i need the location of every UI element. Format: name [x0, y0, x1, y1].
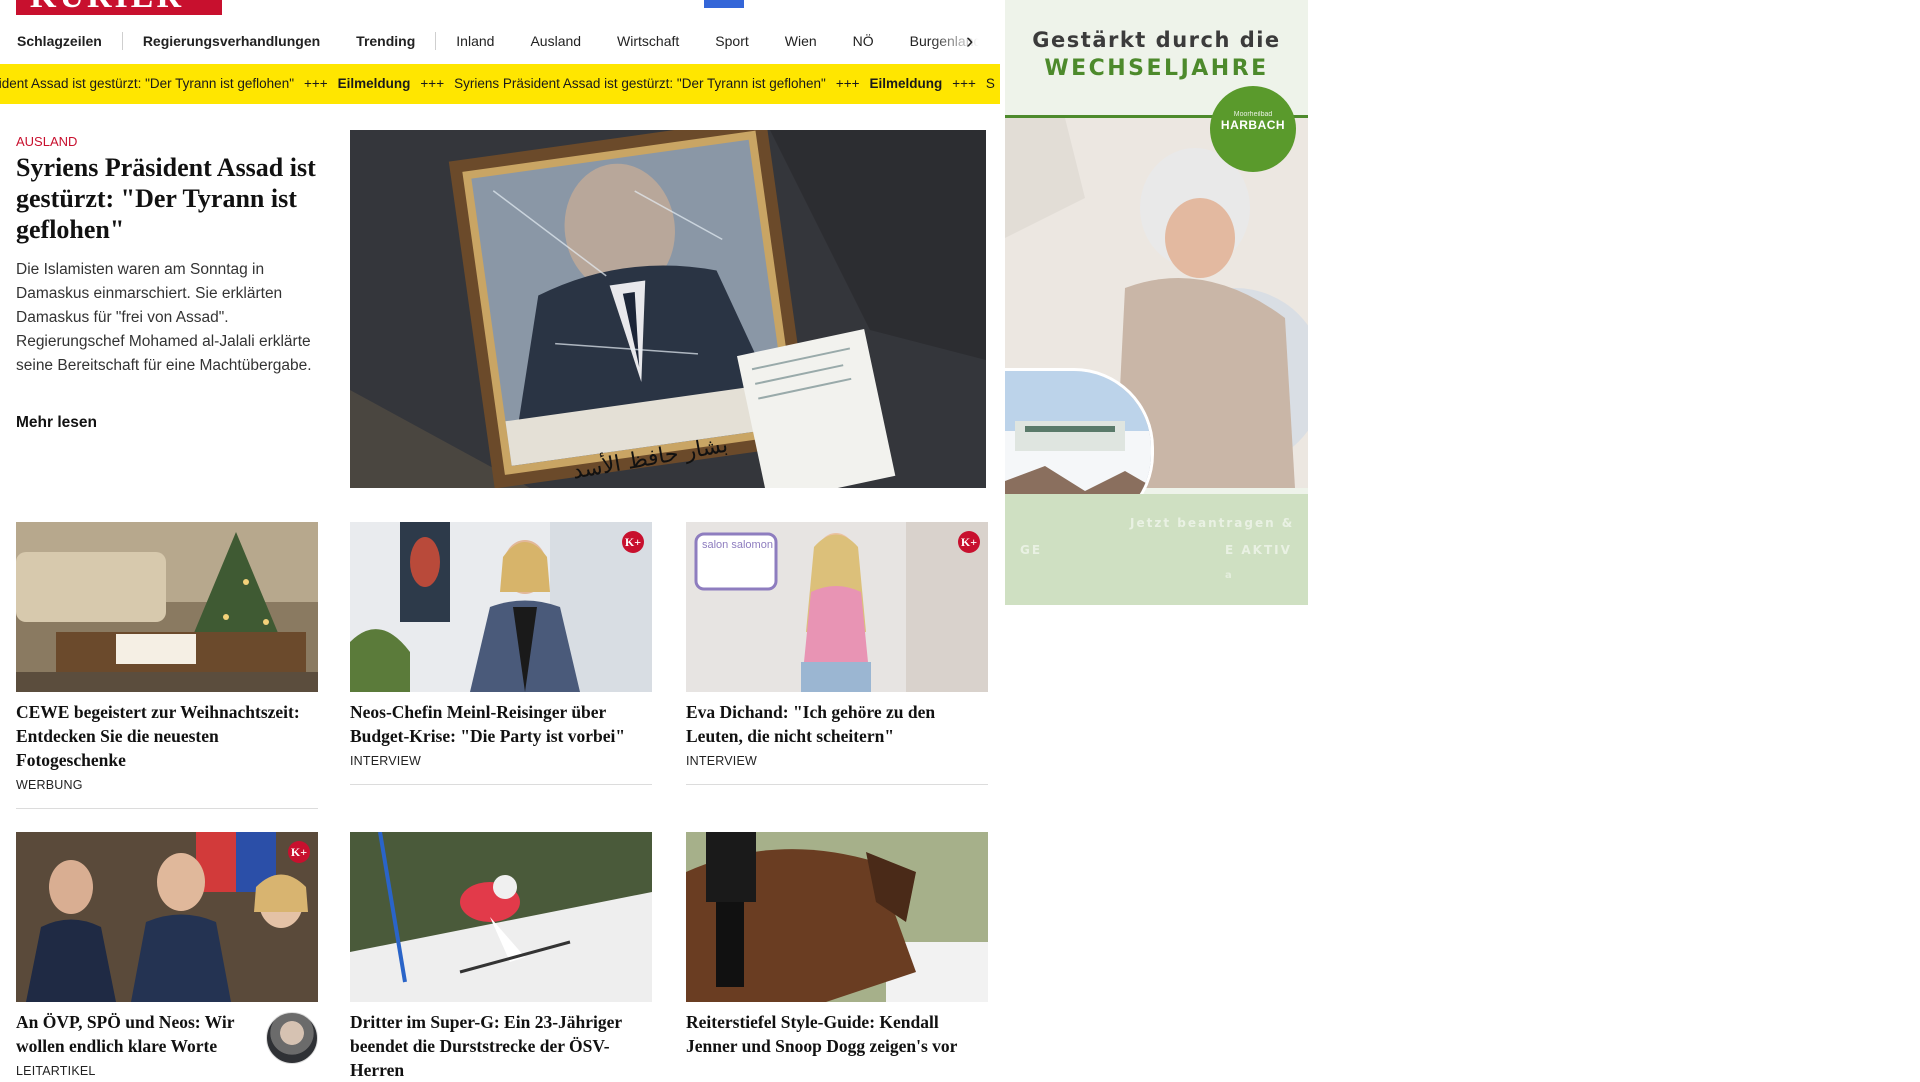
read-more-link[interactable]: Mehr lesen [16, 414, 97, 432]
teaser-headline[interactable]: Reiterstiefel Style-Guide: Kendall Jenne… [686, 1010, 988, 1058]
teaser-card-cewe[interactable]: CEWE begeistert zur Weihnachts­zeit: Ent… [16, 522, 318, 809]
harbach-logo-badge: Moorheilbad HARBACH [1210, 86, 1296, 172]
teaser-card-leitartikel[interactable]: K+ An ÖVP, SPÖ und Neos: Wir wollen endl… [16, 832, 318, 1078]
teaser-image-meinl-reisinger[interactable]: K+ [350, 522, 652, 692]
ad-headline: Gestärkt durch die WECHSELJAHRE [1005, 28, 1308, 81]
header-accent-tab[interactable] [704, 0, 744, 8]
nav-item-wien[interactable]: Wien [767, 31, 835, 51]
ad-badge-big: HARBACH [1220, 118, 1286, 132]
teaser-card-eva-dichand[interactable]: salon salomon K+ Eva Dichand: "Ich gehör… [686, 522, 988, 785]
ad-text-fragment: a [1225, 570, 1234, 581]
teaser-tag: LEITARTIKEL [16, 1064, 96, 1078]
advertisement-harbach[interactable]: Gestärkt durch die WECHSELJAHRE Moorheil… [1005, 0, 1308, 605]
nav-item-wirtschaft[interactable]: Wirtschaft [599, 31, 697, 51]
card-divider [16, 808, 318, 809]
main-navigation: Schlagzeilen Regierungsverhandlungen Tre… [0, 26, 1000, 56]
card-divider [686, 784, 988, 785]
teaser-tag: WERBUNG [16, 778, 83, 792]
ticker-separator: +++ [304, 76, 328, 91]
nav-item-noe[interactable]: NÖ [835, 31, 892, 51]
premium-badge: K+ [288, 841, 310, 863]
nav-divider [121, 32, 123, 50]
lead-headline[interactable]: Syriens Präsident Assad ist gestürzt: "D… [16, 152, 316, 245]
ad-cta[interactable]: Jetzt beantragen & [1130, 516, 1294, 530]
nav-item-regierungsverhandlungen[interactable]: Regierungsverhandlungen [125, 31, 338, 51]
teaser-image-ski-racer[interactable] [350, 832, 652, 1002]
nav-item-schlagzeilen[interactable]: Schlagzeilen [0, 31, 120, 51]
nav-item-inland[interactable]: Inland [438, 31, 512, 51]
ticker-separator: +++ [835, 76, 860, 91]
teaser-image-eva-dichand[interactable]: salon salomon K+ [686, 522, 988, 692]
teaser-headline[interactable]: CEWE begeistert zur Weihnachts­zeit: Ent… [16, 700, 318, 772]
nav-item-sport[interactable]: Sport [697, 31, 766, 51]
ticker-separator: +++ [952, 76, 976, 91]
lead-kicker[interactable]: AUSLAND [16, 134, 77, 149]
teaser-headline[interactable]: Dritter im Super-G: Ein 23-Jähriger been… [350, 1010, 652, 1082]
nav-item-ausland[interactable]: Ausland [512, 31, 599, 51]
salon-salomon-logo: salon salomon [702, 539, 773, 551]
kurier-logo[interactable]: KURIER [16, 0, 222, 15]
ticker-headline: Syriens Präsident Assad ist gestürzt: "D… [454, 76, 826, 91]
portrait-woman-pink: salon salomon [686, 522, 988, 692]
teaser-image-horse-rider[interactable] [686, 832, 988, 1002]
politicians-scene [16, 832, 318, 1002]
ad-text-fragment: GE [1020, 543, 1043, 557]
ticker-label: Eilmeldung [337, 76, 411, 91]
logo-text: KURIER [30, 0, 184, 15]
ticker-label: Eilmeldung [869, 76, 943, 91]
nav-divider [435, 32, 437, 50]
teaser-card-meinl-reisinger[interactable]: K+ Neos-Chefin Meinl-Reisinger über Budg… [350, 522, 652, 785]
teaser-tag: INTERVIEW [686, 754, 758, 768]
ad-footer[interactable]: Jetzt beantragen & GE E AKTIV a [1005, 494, 1308, 605]
lead-teaser: Die Islamisten waren am Sonntag in Damas… [16, 261, 312, 374]
ticker-headline: sident Assad ist gestürzt: "Der Tyrann i… [0, 76, 294, 91]
chevron-right-icon[interactable]: › [966, 28, 973, 54]
teaser-image-politicians[interactable]: K+ [16, 832, 318, 1002]
lead-image-assad-portrait[interactable]: بشار حافظ الأسد [350, 130, 986, 488]
ad-badge-small: Moorheilbad [1233, 111, 1273, 118]
teaser-card-reiterstiefel[interactable]: Reiterstiefel Style-Guide: Kendall Jenne… [686, 832, 988, 1058]
card-divider [350, 784, 652, 785]
teaser-image-christmas-living-room[interactable] [16, 522, 318, 692]
breaking-news-ticker[interactable]: sident Assad ist gestürzt: "Der Tyrann i… [0, 64, 1000, 104]
teaser-card-super-g[interactable]: Dritter im Super-G: Ein 23-Jähriger been… [350, 832, 652, 1082]
ticker-track: sident Assad ist gestürzt: "Der Tyrann i… [0, 64, 1000, 104]
teaser-headline[interactable]: Neos-Chefin Meinl-Reisinger über Budget-… [350, 700, 652, 748]
ad-headline-line-1: Gestärkt durch die [1032, 28, 1281, 52]
ticker-separator: +++ [420, 76, 445, 91]
premium-badge: K+ [622, 531, 644, 553]
ticker-headline-tail: S [985, 76, 995, 91]
author-avatar[interactable] [266, 1012, 318, 1064]
ski-racer-scene [350, 832, 652, 1002]
ad-headline-line-2: WECHSELJAHRE [1044, 56, 1269, 81]
nav-fade [930, 26, 1000, 56]
portrait-illustration: بشار حافظ الأسد [350, 130, 986, 488]
teaser-headline[interactable]: Eva Dichand: "Ich gehöre zu den Leuten, … [686, 700, 988, 748]
ad-text-fragment: E AKTIV [1225, 543, 1292, 557]
christmas-scene [16, 522, 318, 692]
teaser-tag: INTERVIEW [350, 754, 422, 768]
nav-item-trending[interactable]: Trending [338, 31, 433, 51]
teaser-headline[interactable]: An ÖVP, SPÖ und Neos: Wir wollen endlich… [16, 1010, 266, 1058]
horse-rider-scene [686, 832, 988, 1002]
portrait-woman-blazer [350, 522, 652, 692]
premium-badge: K+ [958, 531, 980, 553]
